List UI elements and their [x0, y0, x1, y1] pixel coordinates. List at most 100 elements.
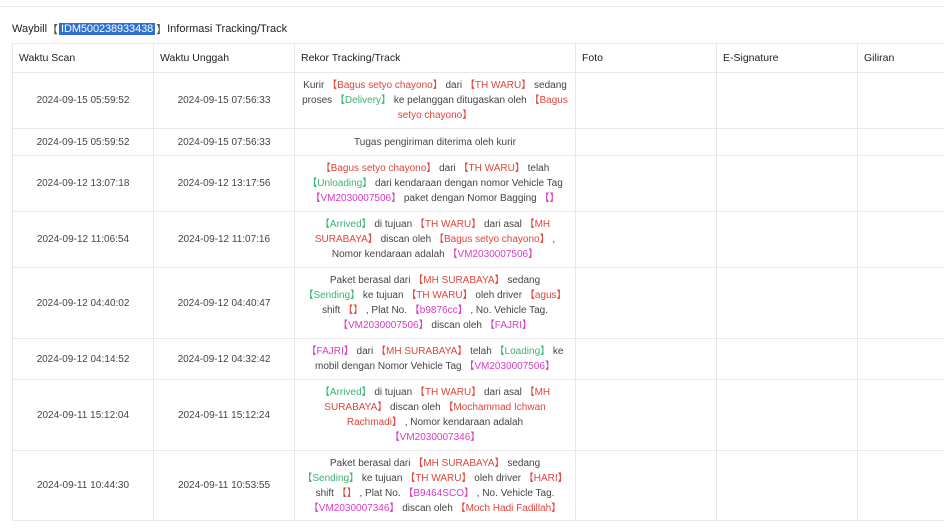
tracking-tag: 【TH WARU】 — [464, 80, 532, 91]
tracking-tag: 【FAJRI】 — [306, 346, 354, 357]
table-row: 2024-09-12 13:07:18 2024-09-12 13:17:56 【B… — [12, 155, 944, 212]
tracking-text: di tujuan — [371, 219, 415, 230]
cell-rekor-tracking: Paket berasal dari 【MH SURABAYA】 sedang … — [294, 450, 576, 521]
tracking-text: discan oleh — [428, 320, 485, 331]
tracking-text: , Plat No. — [356, 487, 404, 499]
tracking-tag: 【Sending】 — [303, 290, 361, 301]
tracking-text: shift — [321, 305, 344, 316]
col-e-signature: E-Signature — [716, 43, 858, 73]
cell-giliran — [857, 211, 944, 268]
cell-rekor-tracking: Tugas pengiriman diterima oleh kurir — [294, 128, 576, 156]
cell-waktu-unggah: 2024-09-12 13:17:56 — [153, 155, 295, 212]
tracking-tag: 【MH SURABAYA】 — [375, 346, 468, 357]
cell-waktu-scan: 2024-09-12 11:06:54 — [12, 211, 154, 268]
cell-waktu-unggah: 2024-09-11 10:53:55 — [153, 450, 295, 521]
cell-waktu-unggah: 2024-09-12 04:32:42 — [153, 338, 295, 380]
cell-rekor-tracking: Paket berasal dari 【MH SURABAYA】 sedang … — [294, 267, 576, 339]
table-row: 2024-09-11 15:12:04 2024-09-11 15:12:24 【A… — [12, 379, 944, 451]
cell-e-signature — [716, 379, 858, 451]
top-divider — [0, 6, 944, 7]
tracking-text: , Nomor kendaraan adalah — [401, 417, 524, 428]
tracking-tag: 【VM2030007506】 — [337, 320, 429, 331]
tracking-tag: 【TH WARU】 — [414, 219, 482, 230]
tracking-text: dari asal — [481, 387, 525, 398]
tracking-tag: 【Arrived】 — [319, 387, 372, 398]
cell-e-signature — [716, 72, 858, 129]
tracking-tag: 【agus】 — [524, 290, 567, 301]
table-row: 2024-09-12 11:06:54 2024-09-12 11:07:16 【A… — [12, 211, 944, 268]
cell-giliran — [857, 72, 944, 129]
tracking-text: dari asal — [481, 219, 525, 230]
tracking-text: Kurir — [303, 80, 328, 91]
cell-e-signature — [716, 211, 858, 268]
tracking-tag: 【Bagus setyo chayono】 — [327, 80, 443, 91]
table-header-row: Waktu Scan Waktu Unggah Rekor Tracking/T… — [12, 43, 944, 73]
tracking-text: di tujuan — [371, 387, 415, 398]
tracking-text: ke tujuan — [360, 290, 407, 301]
col-foto: Foto — [575, 43, 717, 73]
tracking-text: telah — [524, 163, 550, 174]
tracking-tag: 【HARI】 — [523, 472, 568, 484]
tracking-tag: 【MH SURABAYA】 — [413, 457, 505, 469]
table-row: 2024-09-12 04:40:02 2024-09-12 04:40:47 Pa… — [12, 267, 944, 339]
tracking-tag: 【VM2030007506】 — [310, 193, 402, 204]
col-giliran: Giliran — [857, 43, 944, 73]
table-row: 2024-09-11 10:44:30 2024-09-11 10:53:55 Pa… — [12, 450, 944, 521]
cell-waktu-unggah: 2024-09-12 04:40:47 — [153, 267, 295, 339]
waybill-number[interactable]: IDM500238933438 — [59, 23, 156, 35]
cell-waktu-scan: 2024-09-11 10:44:30 — [12, 450, 154, 521]
tracking-tag: 【Sending】 — [302, 472, 360, 484]
tracking-text: discan oleh — [399, 502, 456, 514]
tracking-text: shift — [315, 487, 337, 499]
tracking-tag: 【TH WARU】 — [405, 472, 472, 484]
cell-foto — [575, 379, 717, 451]
table-body: 2024-09-15 05:59:52 2024-09-15 07:56:33 Ku… — [12, 72, 944, 521]
cell-e-signature — [716, 267, 858, 339]
title-prefix: Waybill — [12, 23, 48, 35]
tracking-text: oleh driver — [472, 290, 525, 301]
tracking-table: Waktu Scan Waktu Unggah Rekor Tracking/T… — [12, 43, 944, 521]
cell-e-signature — [716, 338, 858, 380]
table-row: 2024-09-12 04:14:52 2024-09-12 04:32:42 【F… — [12, 338, 944, 380]
col-waktu-scan: Waktu Scan — [12, 43, 154, 73]
cell-e-signature — [716, 155, 858, 212]
tracking-text: , No. Vehicle Tag. — [467, 305, 549, 316]
tracking-tag: 【TH WARU】 — [458, 163, 525, 174]
tracking-tag: 【Moch Hadi Fadillah】 — [455, 502, 562, 514]
title-suffix: Informasi Tracking/Track — [167, 23, 288, 35]
tracking-tag: 【MH SURABAYA】 — [413, 275, 505, 286]
tracking-text: ke pelanggan ditugaskan oleh — [391, 95, 530, 106]
cell-waktu-scan: 2024-09-12 13:07:18 — [12, 155, 154, 212]
tracking-tag: 【Loading】 — [494, 346, 551, 357]
cell-giliran — [857, 155, 944, 212]
cell-rekor-tracking: Kurir 【Bagus setyo chayono】 dari 【TH WAR… — [294, 72, 576, 129]
tracking-text: discan oleh — [387, 402, 444, 413]
cell-e-signature — [716, 450, 858, 521]
cell-foto — [575, 338, 717, 380]
tracking-tag: 【Arrived】 — [319, 219, 372, 230]
cell-rekor-tracking: 【Bagus setyo chayono】 dari 【TH WARU】 tel… — [294, 155, 576, 212]
tracking-text: Paket berasal dari — [329, 275, 414, 286]
tracking-tag: 【Bagus setyo chayono】 — [320, 163, 437, 174]
cell-foto — [575, 211, 717, 268]
cell-waktu-scan: 2024-09-12 04:40:02 — [12, 267, 154, 339]
tracking-tag: 【Unloading】 — [307, 178, 373, 189]
tracking-tag: 【VM2030007506】 — [447, 249, 539, 260]
tracking-text: sedang — [504, 275, 541, 286]
tracking-tag: 【】 — [336, 487, 357, 499]
tracking-tag: 【VM2030007506】 — [464, 361, 555, 372]
cell-foto — [575, 267, 717, 339]
tracking-text: dari kendaraan dengan nomor Vehicle Tag — [372, 178, 563, 189]
tracking-text: dari — [442, 80, 465, 91]
cell-giliran — [857, 338, 944, 380]
table-row: 2024-09-15 05:59:52 2024-09-15 07:56:33 Ku… — [12, 72, 944, 129]
tracking-text: paket dengan Nomor Bagging — [401, 193, 540, 204]
tracking-tag: 【b9876cc】 — [409, 305, 468, 316]
tracking-tag: 【TH WARU】 — [406, 290, 473, 301]
tracking-text: discan oleh — [377, 234, 434, 245]
tracking-text: ke tujuan — [359, 472, 406, 484]
cell-rekor-tracking: 【Arrived】 di tujuan 【TH WARU】 dari asal … — [294, 211, 576, 268]
cell-waktu-scan: 2024-09-12 04:14:52 — [12, 338, 154, 380]
cell-rekor-tracking: 【FAJRI】 dari 【MH SURABAYA】 telah 【Loadin… — [294, 338, 576, 380]
col-rekor-tracking: Rekor Tracking/Track — [294, 43, 576, 73]
